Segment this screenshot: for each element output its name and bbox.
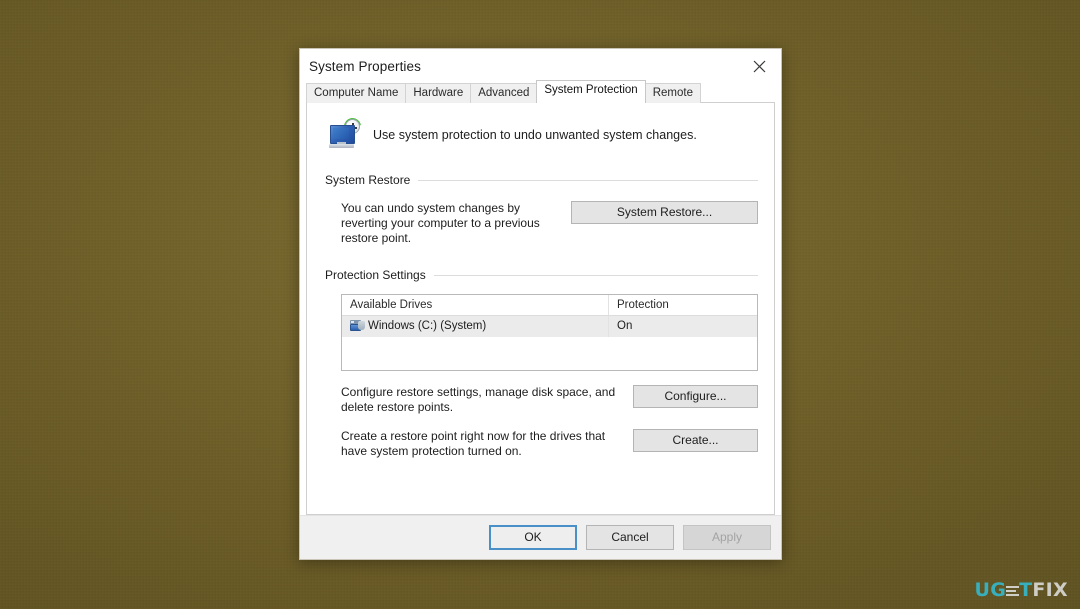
tab-hardware[interactable]: Hardware — [405, 83, 472, 103]
configure-row: Configure restore settings, manage disk … — [325, 371, 758, 415]
tab-advanced[interactable]: Advanced — [470, 83, 538, 103]
system-restore-button[interactable]: System Restore... — [571, 201, 758, 224]
watermark-glyph-icon — [1006, 584, 1020, 598]
create-row: Create a restore point right now for the… — [325, 415, 758, 459]
drive-protection-cell: On — [617, 320, 633, 332]
create-button[interactable]: Create... — [633, 429, 758, 452]
close-icon[interactable] — [737, 49, 781, 83]
system-restore-group-header: System Restore — [325, 173, 758, 187]
panel-header: Use system protection to undo unwanted s… — [323, 103, 758, 151]
column-header-available-drives: Available Drives — [342, 295, 609, 315]
tab-strip: Computer Name Hardware Advanced System P… — [300, 80, 781, 103]
dialog-command-bar: OK Cancel Apply — [300, 515, 781, 559]
system-restore-group: System Restore You can undo system chang… — [323, 173, 758, 246]
panel-header-text: Use system protection to undo unwanted s… — [373, 128, 697, 142]
protection-settings-group-title: Protection Settings — [325, 268, 426, 282]
column-header-protection: Protection — [617, 299, 669, 311]
table-row[interactable]: Windows (C:) (System) On — [342, 316, 757, 337]
system-protection-panel: Use system protection to undo unwanted s… — [306, 102, 775, 515]
system-restore-body: You can undo system changes by reverting… — [325, 187, 758, 246]
system-restore-description: You can undo system changes by reverting… — [341, 201, 540, 245]
drive-name-label: Windows (C:) (System) — [368, 320, 487, 332]
desktop-background: System Properties Computer Name Hardware… — [0, 0, 1080, 609]
ok-button[interactable]: OK — [489, 525, 577, 550]
drive-name-cell: Windows (C:) (System) — [342, 316, 609, 337]
apply-button: Apply — [683, 525, 771, 550]
tab-computer-name[interactable]: Computer Name — [306, 83, 407, 103]
ugetfix-watermark: UG TFIX — [975, 581, 1069, 600]
system-properties-dialog: System Properties Computer Name Hardware… — [299, 48, 782, 560]
tab-remote[interactable]: Remote — [644, 83, 701, 103]
cancel-button[interactable]: Cancel — [586, 525, 674, 550]
protection-settings-group: Protection Settings Available Drives Pro… — [323, 268, 758, 459]
configure-description: Configure restore settings, manage disk … — [341, 385, 616, 414]
configure-button[interactable]: Configure... — [633, 385, 758, 408]
watermark-part-2: T — [1019, 579, 1033, 601]
system-protection-icon — [327, 114, 365, 151]
watermark-part-1: UG — [974, 579, 1007, 601]
system-restore-group-title: System Restore — [325, 173, 411, 187]
dialog-title: System Properties — [309, 58, 421, 74]
group-divider — [418, 179, 758, 181]
group-divider — [433, 274, 758, 276]
protection-settings-group-header: Protection Settings — [325, 268, 758, 282]
tab-system-protection[interactable]: System Protection — [536, 80, 646, 103]
drive-icon — [350, 320, 365, 333]
create-description: Create a restore point right now for the… — [341, 429, 606, 458]
watermark-part-3: FIX — [1032, 579, 1068, 601]
drives-table-header: Available Drives Protection — [342, 295, 757, 316]
dialog-titlebar[interactable]: System Properties — [300, 49, 781, 83]
available-drives-list[interactable]: Available Drives Protection Windows (C:) — [341, 294, 758, 371]
